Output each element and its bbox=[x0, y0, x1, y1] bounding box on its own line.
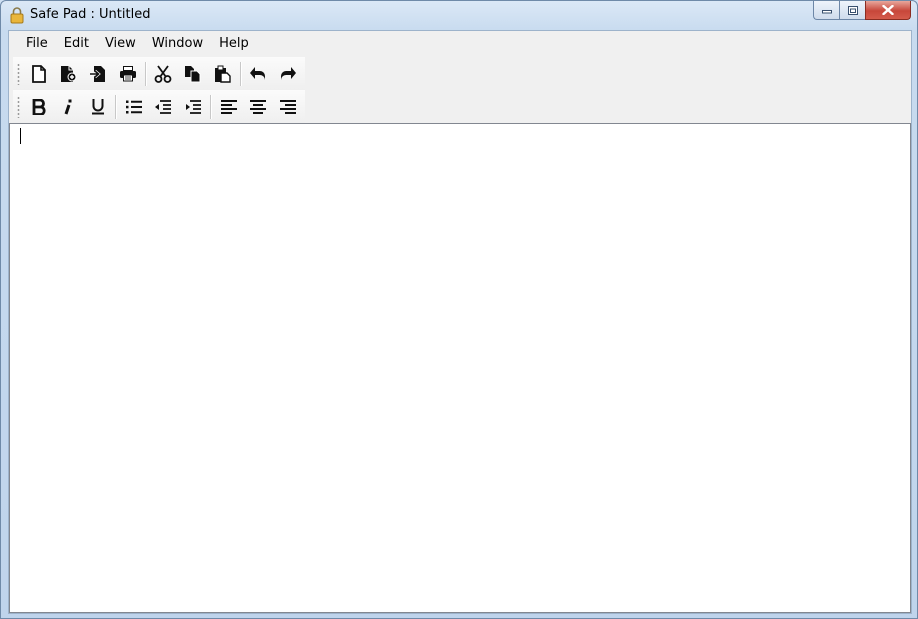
open-document-icon bbox=[59, 65, 77, 83]
cut-icon bbox=[154, 64, 172, 83]
bulleted-list-icon bbox=[125, 99, 143, 115]
increase-indent-icon bbox=[184, 99, 202, 115]
align-right-icon bbox=[279, 99, 297, 115]
align-left-icon bbox=[220, 99, 238, 115]
main-toolbar bbox=[13, 57, 305, 90]
new-button[interactable] bbox=[26, 61, 52, 87]
toolbar-separator bbox=[209, 94, 212, 119]
text-editor[interactable] bbox=[9, 123, 911, 613]
paste-icon bbox=[214, 65, 232, 83]
open-button[interactable] bbox=[56, 61, 82, 87]
align-left-button[interactable] bbox=[216, 94, 242, 120]
toolbar-grip[interactable] bbox=[17, 62, 20, 85]
bold-button[interactable] bbox=[26, 94, 52, 120]
italic-button[interactable] bbox=[56, 94, 82, 120]
new-document-icon bbox=[31, 64, 47, 83]
restore-icon bbox=[847, 5, 858, 15]
align-center-button[interactable] bbox=[246, 94, 272, 120]
toolbar-grip[interactable] bbox=[17, 95, 20, 118]
menu-file[interactable]: File bbox=[19, 33, 55, 54]
app-window: Safe Pad : Untitled File Edit View Windo… bbox=[0, 0, 918, 619]
decrease-indent-icon bbox=[154, 99, 172, 115]
underline-icon bbox=[91, 98, 105, 115]
cut-button[interactable] bbox=[151, 61, 177, 87]
title-bar[interactable]: Safe Pad : Untitled bbox=[1, 1, 917, 30]
import-icon bbox=[89, 65, 107, 83]
menu-help[interactable]: Help bbox=[212, 33, 256, 54]
menu-view[interactable]: View bbox=[98, 33, 143, 54]
minimize-button[interactable] bbox=[813, 1, 839, 20]
menu-bar: File Edit View Window Help bbox=[9, 31, 917, 55]
copy-icon bbox=[184, 65, 202, 83]
undo-icon bbox=[249, 66, 267, 82]
client-area: File Edit View Window Help bbox=[8, 30, 912, 614]
redo-icon bbox=[279, 66, 297, 82]
editor-textarea[interactable] bbox=[19, 128, 903, 602]
increase-indent-button[interactable] bbox=[180, 94, 206, 120]
menu-edit[interactable]: Edit bbox=[57, 33, 96, 54]
copy-button[interactable] bbox=[180, 61, 206, 87]
redo-button[interactable] bbox=[275, 61, 301, 87]
print-button[interactable] bbox=[115, 61, 141, 87]
paste-button[interactable] bbox=[210, 61, 236, 87]
bold-icon bbox=[32, 98, 46, 115]
print-icon bbox=[119, 65, 137, 82]
close-button[interactable] bbox=[865, 1, 911, 20]
bullet-list-button[interactable] bbox=[121, 94, 147, 120]
window-title: Safe Pad : Untitled bbox=[30, 7, 151, 22]
window-controls bbox=[813, 1, 911, 21]
text-caret bbox=[20, 128, 21, 144]
import-button[interactable] bbox=[85, 61, 111, 87]
align-center-icon bbox=[249, 99, 267, 115]
restore-button[interactable] bbox=[839, 1, 865, 20]
underline-button[interactable] bbox=[85, 94, 111, 120]
decrease-indent-button[interactable] bbox=[151, 94, 177, 120]
lock-icon[interactable] bbox=[10, 7, 24, 24]
minimize-icon bbox=[821, 6, 832, 14]
close-icon bbox=[882, 5, 894, 15]
toolbar-separator bbox=[144, 61, 147, 86]
italic-icon bbox=[62, 99, 74, 115]
format-toolbar bbox=[13, 90, 305, 123]
toolbar-separator bbox=[114, 94, 117, 119]
menu-window[interactable]: Window bbox=[145, 33, 210, 54]
toolbar-separator bbox=[239, 61, 242, 86]
undo-button[interactable] bbox=[246, 61, 272, 87]
align-right-button[interactable] bbox=[275, 94, 301, 120]
